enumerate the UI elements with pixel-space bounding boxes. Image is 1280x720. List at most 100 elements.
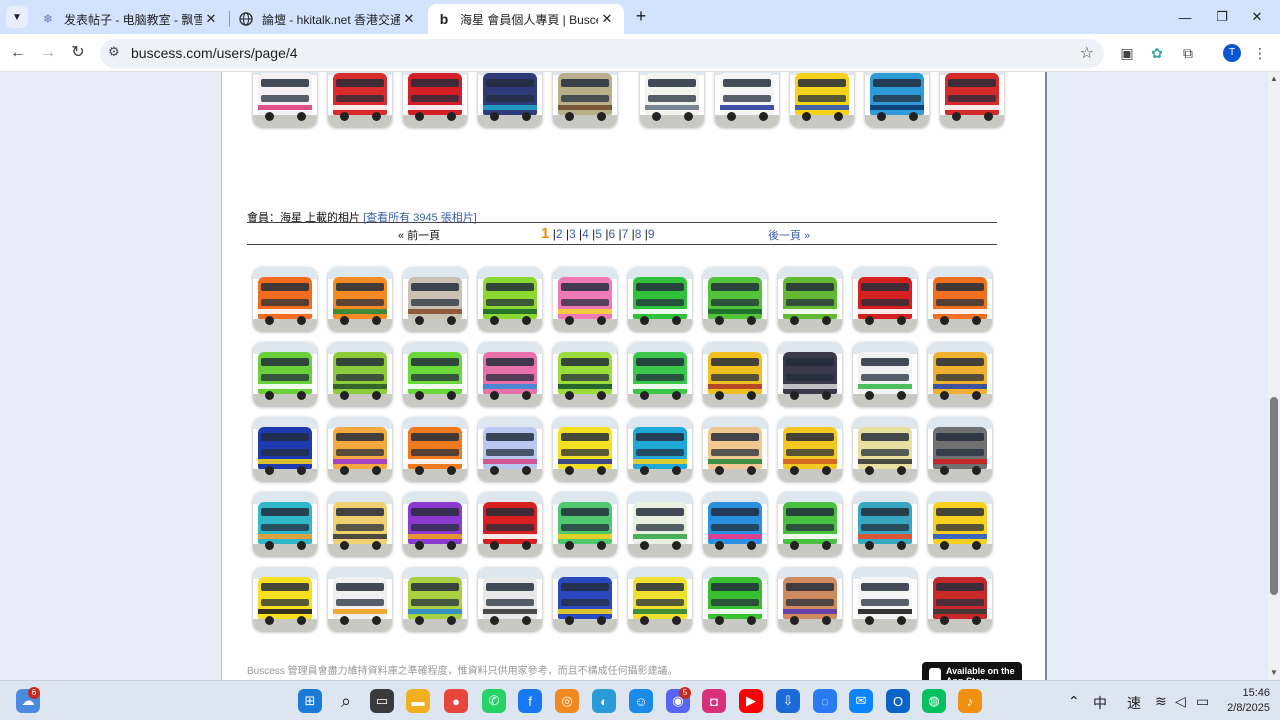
start-windows-icon[interactable]: ⊞ <box>298 689 322 713</box>
task-view-icon[interactable]: ▭ <box>370 689 394 713</box>
site-info-icon[interactable]: ⚙ <box>108 44 120 60</box>
bus-photo-thumbnail[interactable] <box>403 342 467 406</box>
outlook-icon[interactable]: O <box>886 689 910 713</box>
address-bar[interactable]: ⚙ buscess.com/users/page/4 ☆ <box>100 39 1104 68</box>
bus-photo-thumbnail[interactable] <box>478 342 542 406</box>
new-tab-button[interactable]: + <box>630 6 652 28</box>
bus-photo-thumbnail[interactable] <box>253 342 317 406</box>
bus-photo-thumbnail[interactable] <box>928 492 992 556</box>
bus-photo-thumbnail[interactable] <box>478 72 542 127</box>
bus-photo-thumbnail[interactable] <box>778 567 842 631</box>
audio-app-icon[interactable]: ♪ <box>958 689 982 713</box>
youtube-icon[interactable]: ▶ <box>739 689 763 713</box>
menu-kebab-icon[interactable]: ⋮ <box>1250 43 1270 63</box>
scroll-up-icon[interactable]: ▲ <box>1270 74 1278 83</box>
messenger-icon[interactable]: ✉ <box>849 689 873 713</box>
bus-photo-thumbnail[interactable] <box>853 492 917 556</box>
page-link-2[interactable]: 2 <box>556 227 563 241</box>
bus-photo-thumbnail[interactable] <box>703 417 767 481</box>
ime-input-indicator[interactable]: 速 <box>1127 693 1141 713</box>
whatsapp-icon[interactable]: ✆ <box>482 689 506 713</box>
bus-photo-thumbnail[interactable] <box>928 342 992 406</box>
vertical-scrollbar[interactable]: ▲ ▼ <box>1268 72 1280 680</box>
bus-photo-thumbnail[interactable] <box>703 267 767 331</box>
bus-photo-thumbnail[interactable] <box>253 72 317 127</box>
bus-photo-thumbnail[interactable] <box>703 567 767 631</box>
bus-photo-thumbnail[interactable] <box>628 342 692 406</box>
bus-photo-thumbnail[interactable] <box>403 492 467 556</box>
bus-photo-thumbnail[interactable] <box>403 417 467 481</box>
close-tab-2-icon[interactable]: ✕ <box>400 11 418 27</box>
tab-2[interactable]: 論壇 - hkitalk.net 香港交通資訊 ✕ <box>230 4 426 34</box>
system-clock[interactable]: 15:46 2/8/2025 <box>1218 686 1270 716</box>
bus-photo-thumbnail[interactable] <box>853 342 917 406</box>
bus-photo-thumbnail[interactable] <box>328 417 392 481</box>
bus-photo-thumbnail[interactable] <box>553 567 617 631</box>
extension-tab-icon[interactable]: ▣ <box>1117 43 1137 63</box>
ime-mode-indicator[interactable]: 中 <box>1093 693 1107 713</box>
page-link-8[interactable]: 8 <box>635 227 642 241</box>
battery-icon[interactable]: ▭ <box>1196 693 1209 710</box>
bus-photo-thumbnail[interactable] <box>928 417 992 481</box>
page-link-4[interactable]: 4 <box>582 227 589 241</box>
chrome-icon[interactable]: ● <box>444 689 468 713</box>
bus-photo-thumbnail[interactable] <box>790 72 854 127</box>
bookmark-star-icon[interactable]: ☆ <box>1080 43 1094 63</box>
bus-photo-thumbnail[interactable] <box>928 567 992 631</box>
page-link-3[interactable]: 3 <box>569 227 576 241</box>
back-icon[interactable]: ← <box>7 42 29 64</box>
bus-photo-thumbnail[interactable] <box>853 417 917 481</box>
bus-photo-thumbnail[interactable] <box>778 492 842 556</box>
extensions-puzzle-icon[interactable]: ⧉ <box>1178 43 1198 63</box>
bus-photo-thumbnail[interactable] <box>715 72 779 127</box>
wechat-icon[interactable]: ◍ <box>922 689 946 713</box>
edge-like-icon[interactable]: ◐ <box>592 689 616 713</box>
profile-avatar[interactable]: T <box>1223 44 1241 62</box>
tab-1[interactable]: ❄ 发表帖子 - 电脑教室 - 飘雪粤语 ✕ <box>32 4 228 34</box>
app-store-badge[interactable]: Available on the App Store <box>922 662 1022 680</box>
bus-photo-thumbnail[interactable] <box>328 342 392 406</box>
bus-photo-thumbnail[interactable] <box>253 492 317 556</box>
bus-photo-thumbnail[interactable] <box>778 267 842 331</box>
bus-photo-thumbnail[interactable] <box>703 342 767 406</box>
bus-photo-thumbnail[interactable] <box>865 72 929 127</box>
next-page-link[interactable]: 後一頁 » <box>768 227 810 243</box>
close-window-button[interactable]: ✕ <box>1234 0 1280 34</box>
bus-photo-thumbnail[interactable] <box>253 417 317 481</box>
bus-photo-thumbnail[interactable] <box>328 567 392 631</box>
bus-photo-thumbnail[interactable] <box>640 72 704 127</box>
bus-photo-thumbnail[interactable] <box>478 567 542 631</box>
calendar-app-icon[interactable]: ☺ <box>629 689 653 713</box>
page-link-7[interactable]: 7 <box>622 227 629 241</box>
bus-photo-thumbnail[interactable] <box>628 417 692 481</box>
scroll-down-icon[interactable]: ▼ <box>1270 668 1278 677</box>
bus-photo-thumbnail[interactable] <box>928 267 992 331</box>
instagram-icon[interactable]: ◘ <box>702 689 726 713</box>
forward-icon[interactable]: → <box>37 42 59 64</box>
bus-photo-thumbnail[interactable] <box>328 267 392 331</box>
bus-photo-thumbnail[interactable] <box>553 72 617 127</box>
signal-icon[interactable]: ◌ <box>813 689 837 713</box>
bus-photo-thumbnail[interactable] <box>403 72 467 127</box>
bus-photo-thumbnail[interactable] <box>553 342 617 406</box>
bus-photo-thumbnail[interactable] <box>478 417 542 481</box>
bus-photo-thumbnail[interactable] <box>553 417 617 481</box>
download-app-icon[interactable]: ⇩ <box>776 689 800 713</box>
page-link-5[interactable]: 5 <box>595 227 602 241</box>
tab-search-button[interactable]: ▼ <box>6 6 28 28</box>
url-text[interactable]: buscess.com/users/page/4 <box>131 45 298 61</box>
volume-icon[interactable]: ◁ <box>1175 693 1186 710</box>
scrollbar-thumb[interactable] <box>1270 397 1278 595</box>
bus-photo-thumbnail[interactable] <box>778 342 842 406</box>
bus-photo-thumbnail[interactable] <box>853 267 917 331</box>
bus-photo-thumbnail[interactable] <box>403 267 467 331</box>
bus-photo-thumbnail[interactable] <box>940 72 1004 127</box>
reload-icon[interactable]: ↻ <box>67 42 89 64</box>
search-icon[interactable]: ⌕ <box>334 689 358 713</box>
bus-photo-thumbnail[interactable] <box>328 492 392 556</box>
bus-photo-thumbnail[interactable] <box>853 567 917 631</box>
media-app-icon[interactable]: ◎ <box>555 689 579 713</box>
tray-overflow-icon[interactable]: ⌃ <box>1068 693 1080 710</box>
page-link-6[interactable]: 6 <box>608 227 615 241</box>
extension-ai-icon[interactable]: ✿ <box>1147 43 1167 63</box>
